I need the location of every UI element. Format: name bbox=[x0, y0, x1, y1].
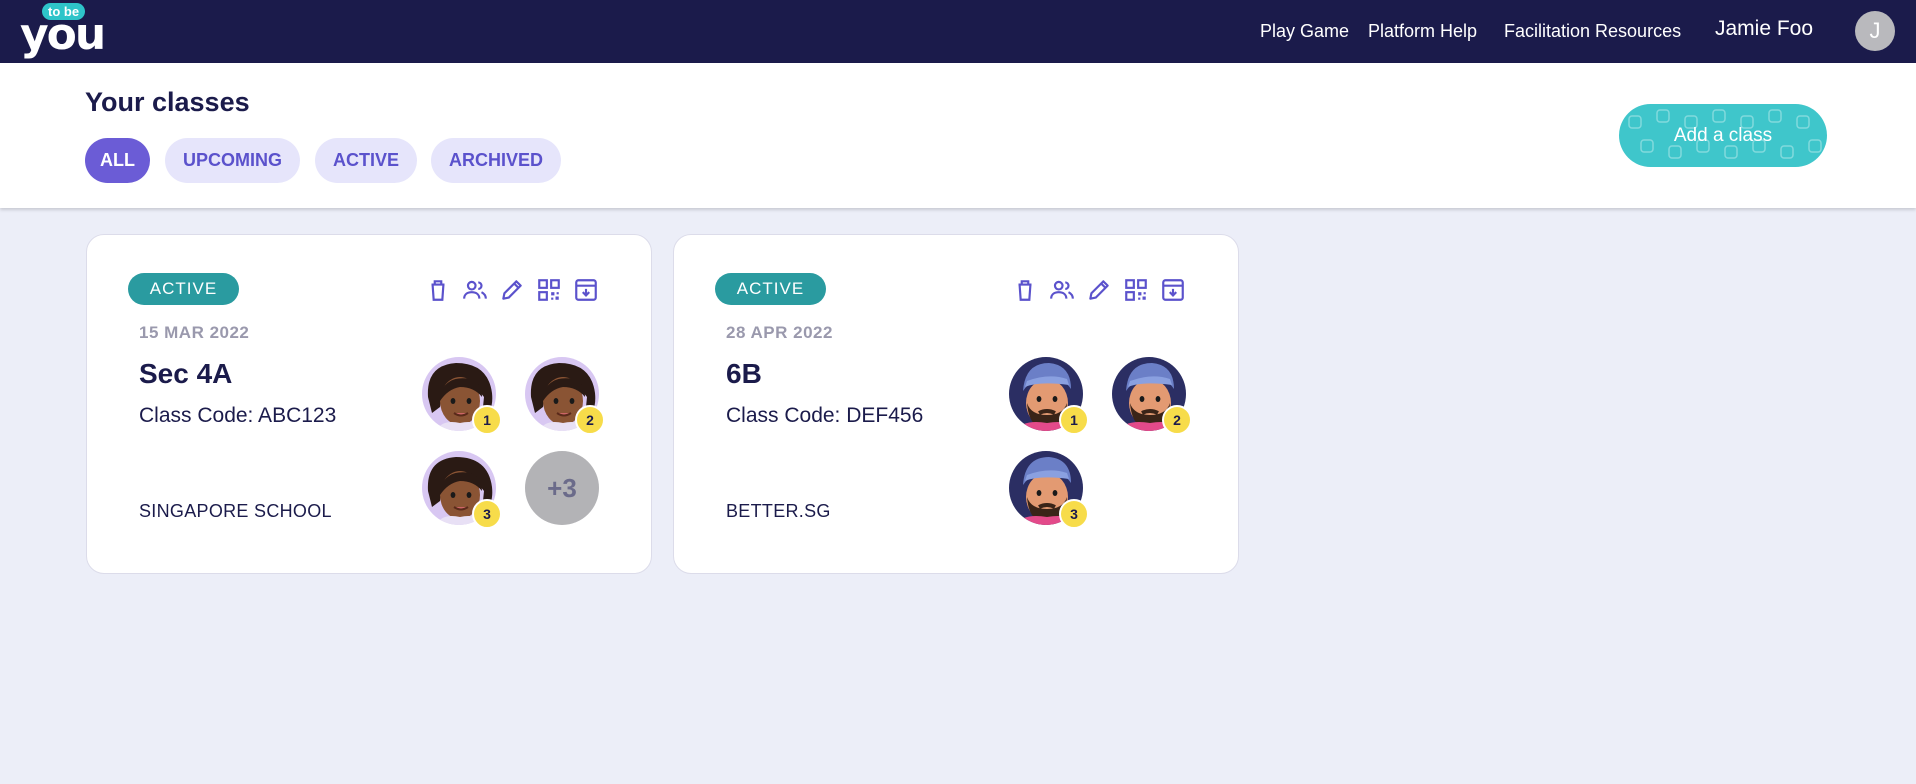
top-navbar: you to be Play Game Platform Help Facili… bbox=[0, 0, 1916, 63]
student-avatar[interactable]: 2 bbox=[1112, 357, 1192, 435]
status-badge: ACTIVE bbox=[128, 273, 239, 305]
filter-upcoming[interactable]: UPCOMING bbox=[165, 138, 300, 183]
class-code: Class Code: DEF456 bbox=[726, 404, 924, 427]
classes-header: Your classes ALL UPCOMING ACTIVE ARCHIVE… bbox=[0, 63, 1916, 208]
avatar-number-badge: 3 bbox=[1059, 499, 1089, 529]
avatar-number-badge: 2 bbox=[575, 405, 605, 435]
add-class-button[interactable]: Add a class bbox=[1619, 104, 1827, 167]
status-badge: ACTIVE bbox=[715, 273, 826, 305]
school-name: SINGAPORE SCHOOL bbox=[139, 501, 332, 521]
class-actions bbox=[423, 275, 600, 304]
avatar-number-badge: 3 bbox=[472, 499, 502, 529]
users-icon[interactable] bbox=[460, 275, 489, 304]
pencil-icon[interactable] bbox=[1084, 275, 1113, 304]
archive-icon[interactable] bbox=[1158, 275, 1187, 304]
class-code: Class Code: ABC123 bbox=[139, 404, 337, 427]
avatar-number-badge: 1 bbox=[1059, 405, 1089, 435]
qr-code-icon[interactable] bbox=[534, 275, 563, 304]
student-avatar[interactable]: 3 bbox=[422, 451, 502, 529]
archive-icon[interactable] bbox=[571, 275, 600, 304]
class-name: Sec 4A bbox=[139, 358, 233, 389]
logo-tag: to be bbox=[42, 3, 86, 20]
filter-all[interactable]: ALL bbox=[85, 138, 150, 183]
class-date: 28 APR 2022 bbox=[726, 323, 833, 342]
class-actions bbox=[1010, 275, 1187, 304]
page-title: Your classes bbox=[85, 87, 250, 117]
nav-facilitation-resources[interactable]: Facilitation Resources bbox=[1504, 19, 1681, 43]
student-avatar[interactable]: 3 bbox=[1009, 451, 1089, 529]
nav-platform-help[interactable]: Platform Help bbox=[1368, 19, 1477, 43]
users-icon[interactable] bbox=[1047, 275, 1076, 304]
app-logo[interactable]: you to be bbox=[20, 3, 106, 60]
trash-icon[interactable] bbox=[1010, 275, 1039, 304]
pencil-icon[interactable] bbox=[497, 275, 526, 304]
class-name: 6B bbox=[726, 358, 762, 389]
student-avatar[interactable]: 2 bbox=[525, 357, 605, 435]
trash-icon[interactable] bbox=[423, 275, 452, 304]
nav-play-game[interactable]: Play Game bbox=[1260, 19, 1349, 43]
filter-active[interactable]: ACTIVE bbox=[315, 138, 417, 183]
class-card[interactable]: ACTIVE 28 APR 2022 6B Class Code: DEF456… bbox=[673, 234, 1239, 574]
qr-code-icon[interactable] bbox=[1121, 275, 1150, 304]
filter-archived[interactable]: ARCHIVED bbox=[431, 138, 561, 183]
class-card[interactable]: ACTIVE 15 MAR 2022 Sec 4A Class Code: AB… bbox=[86, 234, 652, 574]
more-students-indicator[interactable]: +3 bbox=[525, 451, 599, 525]
add-class-label: Add a class bbox=[1673, 124, 1773, 146]
class-date: 15 MAR 2022 bbox=[139, 323, 250, 342]
user-avatar[interactable]: J bbox=[1855, 11, 1895, 51]
avatar-number-badge: 1 bbox=[472, 405, 502, 435]
user-name-menu[interactable]: Jamie Foo bbox=[1715, 17, 1813, 41]
avatar-number-badge: 2 bbox=[1162, 405, 1192, 435]
student-avatar[interactable]: 1 bbox=[1009, 357, 1089, 435]
student-avatar[interactable]: 1 bbox=[422, 357, 502, 435]
school-name: BETTER.SG bbox=[726, 501, 831, 521]
